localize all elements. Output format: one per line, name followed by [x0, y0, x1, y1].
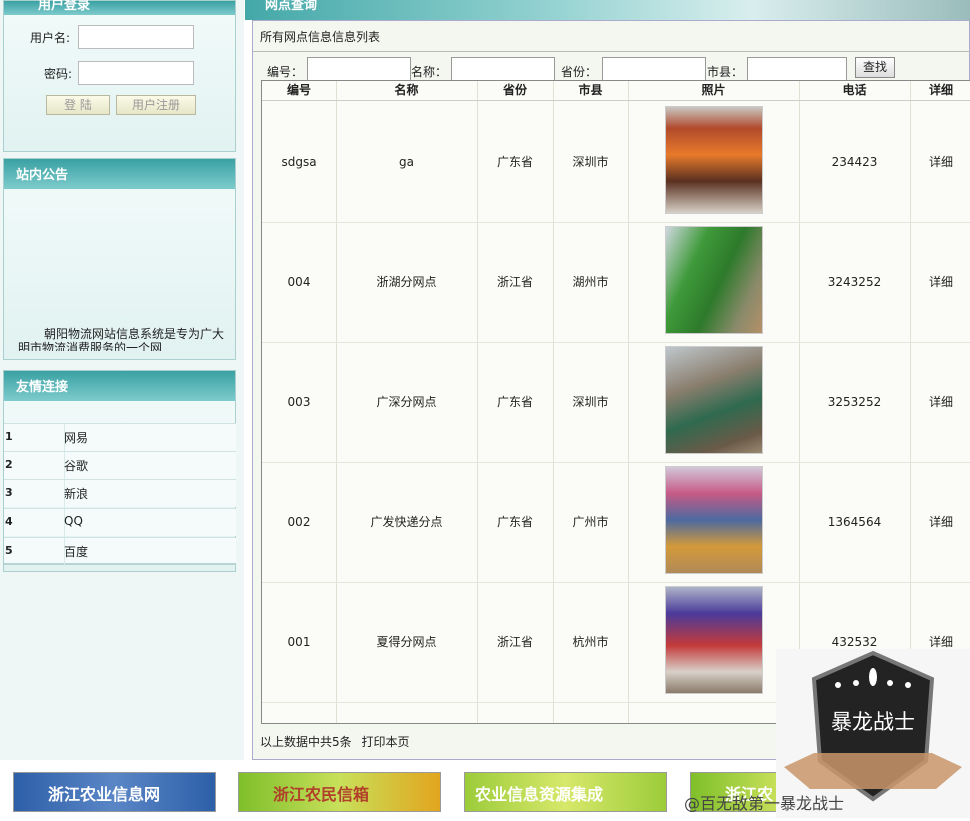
- record-count: 以上数据中共5条: [260, 735, 352, 749]
- cell-id: 004: [287, 275, 311, 289]
- print-link[interactable]: 打印本页: [361, 735, 409, 749]
- header-province: 省份: [477, 81, 553, 101]
- link-number: 4: [5, 515, 13, 528]
- cell-id: sdgsa: [281, 155, 317, 169]
- table-row: 004 浙湖分网点 浙江省 湖州市 3243252 详细: [262, 223, 970, 343]
- link-number: 5: [5, 544, 13, 557]
- cell-city: 广州市: [572, 515, 609, 529]
- header-detail: 详细: [910, 81, 970, 101]
- header-city: 市县: [553, 81, 628, 101]
- link-item-2[interactable]: 2 谷歌: [4, 451, 236, 480]
- outlet-photo[interactable]: [665, 226, 763, 334]
- login-button[interactable]: 登 陆: [46, 95, 110, 115]
- outlet-photo[interactable]: [665, 586, 763, 694]
- partner-logo[interactable]: 农业信息资源集成: [464, 772, 667, 812]
- link-item-3[interactable]: 3 新浪: [4, 479, 236, 508]
- name-label: 名称：: [411, 65, 448, 79]
- outlet-photo[interactable]: [665, 346, 763, 454]
- login-title: 用户登录: [4, 0, 235, 15]
- watermark-credit: @百无敌第一暴龙战士: [684, 794, 845, 813]
- partner-logo[interactable]: 浙江农业信息网: [13, 772, 216, 812]
- cell-phone: 432532: [831, 635, 878, 649]
- cell-province: 广东省: [496, 515, 533, 529]
- outlet-photo[interactable]: [665, 466, 763, 574]
- register-button[interactable]: 用户注册: [116, 95, 196, 115]
- link-label[interactable]: 百度: [64, 543, 88, 560]
- links-panel: 友情连接 1 网易 2 谷歌 3 新浪 4 QQ 5 百度: [3, 370, 236, 572]
- table-row: 002 广发快递分点 广东省 广州市 1364564 详细: [262, 463, 970, 583]
- header-phone: 电话: [799, 81, 910, 101]
- link-label[interactable]: 新浪: [64, 485, 88, 502]
- cell-province: 广东省: [496, 395, 533, 409]
- id-label: 编号：: [267, 65, 304, 79]
- partner-logo[interactable]: 浙江农民信箱: [238, 772, 441, 812]
- password-input[interactable]: [78, 61, 194, 85]
- cell-city: 深圳市: [572, 155, 609, 169]
- link-number: 1: [5, 430, 13, 443]
- banner-title: 网点查询: [265, 0, 318, 13]
- list-title: 所有网点信息信息列表: [260, 30, 381, 44]
- username-row: 用户名:: [4, 25, 236, 49]
- links-title: 友情连接: [4, 371, 235, 401]
- divider: [253, 51, 970, 52]
- header-id: 编号: [262, 81, 336, 101]
- city-search-input[interactable]: [747, 57, 847, 81]
- cell-name: 夏得分网点: [376, 635, 437, 649]
- left-sidebar: 用户登录 用户名: 密码: 登 陆 用户注册 站内公告 朝阳物流网站信息系统是专…: [0, 0, 244, 818]
- link-label[interactable]: QQ: [64, 514, 83, 528]
- link-item-1[interactable]: 1 网易: [4, 423, 236, 452]
- username-input[interactable]: [78, 25, 194, 49]
- header-photo: 照片: [628, 81, 799, 101]
- password-row: 密码:: [4, 61, 236, 85]
- link-label[interactable]: 网易: [64, 429, 88, 446]
- link-number: 2: [5, 458, 13, 471]
- password-label: 密码:: [44, 67, 73, 81]
- search-button[interactable]: 查找: [855, 57, 895, 78]
- cell-name: ga: [399, 155, 414, 169]
- cell-name: 浙湖分网点: [376, 275, 437, 289]
- detail-link[interactable]: 详细: [910, 393, 970, 410]
- table-row: sdgsa ga 广东省 深圳市 234423 详细: [262, 103, 970, 223]
- cell-city: 湖州市: [572, 275, 609, 289]
- detail-link[interactable]: 详细: [910, 153, 970, 170]
- cell-name: 广深分网点: [376, 395, 437, 409]
- link-item-5[interactable]: 5 百度: [4, 537, 236, 566]
- name-search-input[interactable]: [451, 57, 555, 81]
- login-panel: 用户登录 用户名: 密码: 登 陆 用户注册: [3, 0, 236, 152]
- cell-id: 003: [287, 395, 311, 409]
- cell-province: 浙江省: [496, 275, 533, 289]
- cell-name: 广发快递分点: [370, 515, 443, 529]
- page-banner: 网点查询: [245, 0, 970, 20]
- notice-marquee: 朝阳物流网站信息系统是专为广大明市物流消费服务的一个网: [18, 327, 225, 351]
- username-label: 用户名:: [30, 31, 71, 45]
- notice-panel: 站内公告 朝阳物流网站信息系统是专为广大明市物流消费服务的一个网: [3, 158, 236, 360]
- detail-link[interactable]: 详细: [910, 513, 970, 530]
- cell-phone: 1364564: [827, 515, 882, 529]
- cell-province: 浙江省: [496, 635, 533, 649]
- cell-phone: 3253252: [827, 395, 882, 409]
- cell-phone: 3243252: [827, 275, 882, 289]
- link-item-4[interactable]: 4 QQ: [4, 508, 236, 537]
- header-name: 名称: [336, 81, 477, 101]
- outlet-photo[interactable]: [665, 106, 763, 214]
- cell-id: 001: [287, 635, 311, 649]
- province-label: 省份：: [561, 65, 598, 79]
- id-search-input[interactable]: [307, 57, 411, 81]
- cell-city: 深圳市: [572, 395, 609, 409]
- cell-province: 广东省: [496, 155, 533, 169]
- cell-phone: 234423: [831, 155, 878, 169]
- cell-id: 002: [287, 515, 311, 529]
- detail-link[interactable]: 详细: [910, 273, 970, 290]
- table-row: 003 广深分网点 广东省 深圳市 3253252 详细: [262, 343, 970, 463]
- link-number: 3: [5, 486, 13, 499]
- link-label[interactable]: 谷歌: [64, 457, 88, 474]
- watermark-badge-text: 暴龙战士: [831, 710, 915, 734]
- footer-info: 以上数据中共5条 打印本页: [260, 733, 409, 750]
- notice-title: 站内公告: [4, 159, 235, 189]
- city-label: 市县：: [707, 65, 744, 79]
- cell-city: 杭州市: [572, 635, 609, 649]
- outlets-table: 编号 名称 省份 市县 照片 电话 详细 sdgsa ga 广东省 深圳市 23…: [261, 80, 970, 724]
- province-search-input[interactable]: [602, 57, 706, 81]
- detail-link[interactable]: 详细: [910, 633, 970, 650]
